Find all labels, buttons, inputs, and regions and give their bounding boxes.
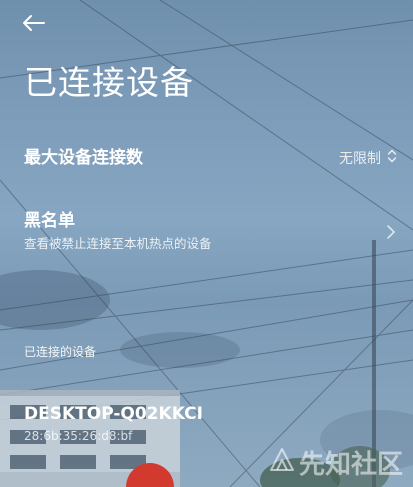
xianzhi-logo-icon <box>269 446 295 479</box>
blacklist-description: 查看被禁止连接至本机热点的设备 <box>24 236 212 251</box>
max-devices-value[interactable]: 无限制 <box>339 148 397 170</box>
watermark-text: 先知社区 <box>298 450 403 480</box>
chevron-right-icon <box>385 223 397 241</box>
watermark: 先知社区 <box>269 444 403 481</box>
max-devices-value-text: 无限制 <box>339 151 381 167</box>
connected-devices-header: 已连接的设备 <box>24 345 97 359</box>
blacklist-row[interactable]: 黑名单 查看被禁止连接至本机热点的设备 <box>0 205 413 261</box>
arrow-left-icon <box>22 14 46 36</box>
page-title: 已连接设备 <box>24 63 194 102</box>
device-mac-address: 28:6b:35:26:d8:bf <box>24 429 133 443</box>
blacklist-label: 黑名单 <box>24 211 75 231</box>
connected-device-item[interactable]: DESKTOP-Q02KKCI 28:6b:35:26:d8:bf <box>0 398 413 448</box>
up-down-chevron-icon <box>387 148 397 170</box>
back-button[interactable] <box>22 12 52 38</box>
device-name: DESKTOP-Q02KKCI <box>24 404 203 424</box>
max-devices-label: 最大设备连接数 <box>24 148 143 168</box>
max-devices-row[interactable]: 最大设备连接数 无限制 <box>0 140 413 178</box>
